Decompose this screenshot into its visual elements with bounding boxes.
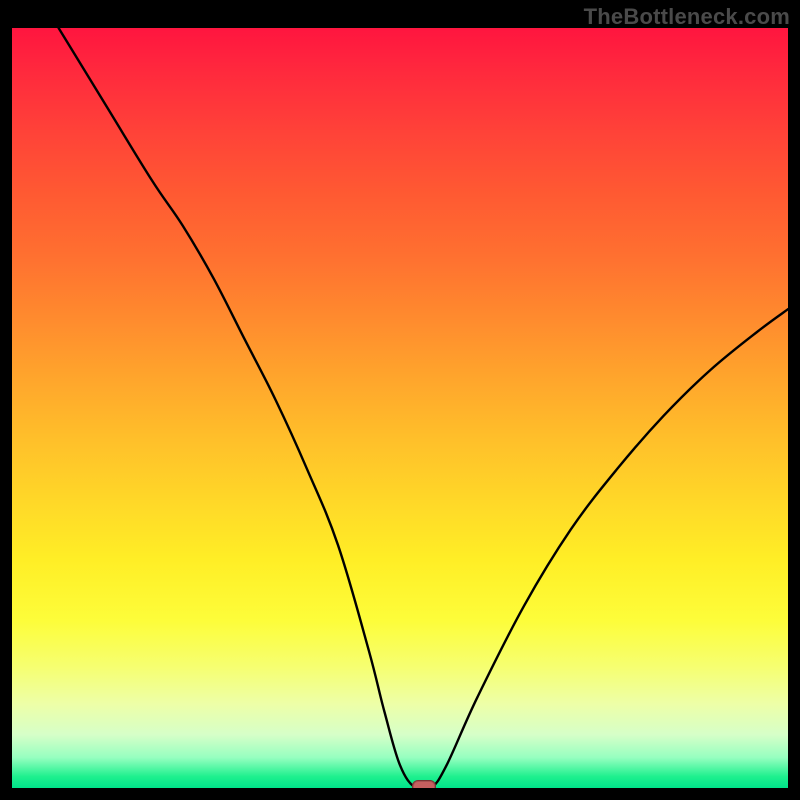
bottleneck-marker — [412, 780, 436, 788]
plot-area — [12, 28, 788, 788]
bottleneck-curve — [12, 28, 788, 788]
chart-frame: TheBottleneck.com — [0, 0, 800, 800]
watermark-text: TheBottleneck.com — [584, 4, 790, 30]
